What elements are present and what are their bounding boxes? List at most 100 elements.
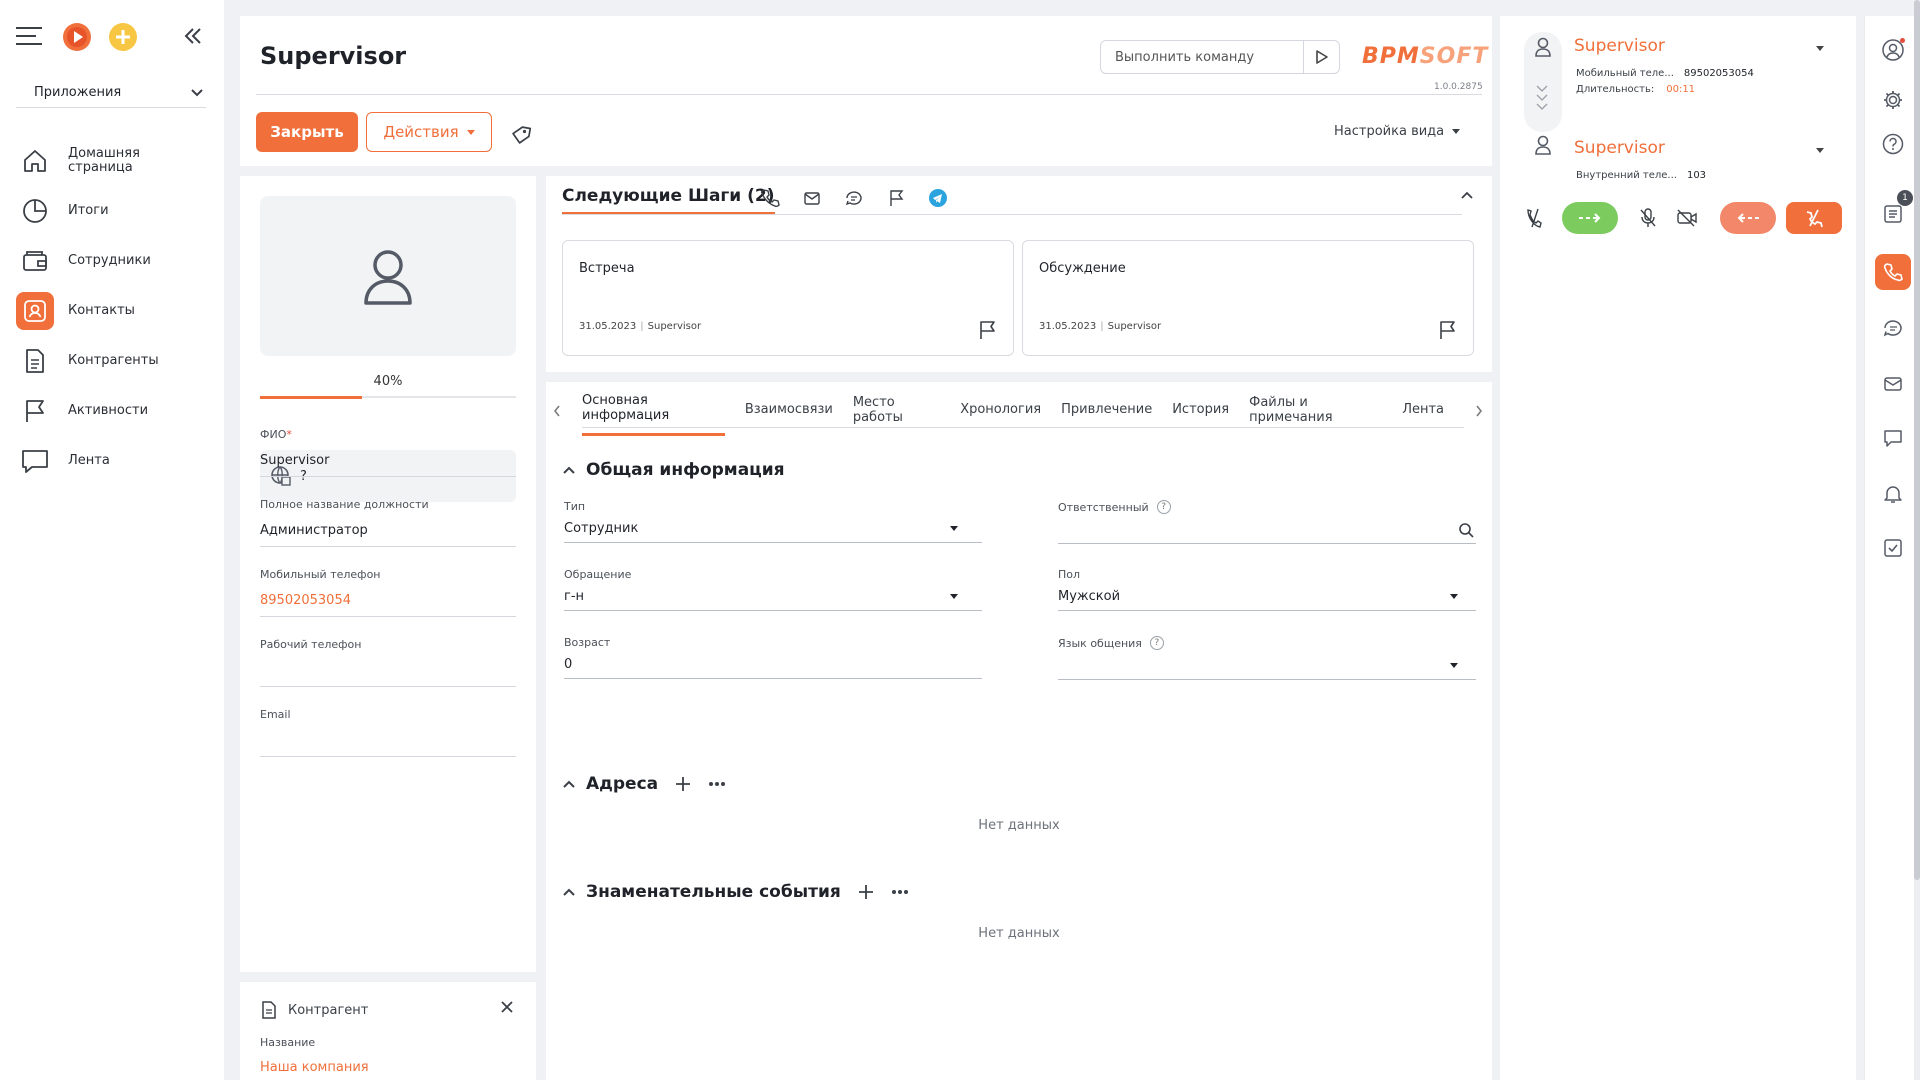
tab-feed[interactable]: Лента bbox=[1402, 392, 1444, 427]
bell-icon[interactable] bbox=[1875, 476, 1911, 512]
sidebar-item-activities[interactable]: Активности bbox=[16, 390, 216, 432]
field-value[interactable] bbox=[260, 663, 516, 687]
mute-microphone-icon[interactable] bbox=[1638, 207, 1658, 229]
email-field[interactable]: Email bbox=[260, 708, 516, 757]
add-icon[interactable] bbox=[108, 22, 138, 52]
salutation-select[interactable]: г-н bbox=[564, 589, 982, 611]
salutation-field[interactable]: Обращение г-н bbox=[564, 568, 982, 611]
chats-icon[interactable] bbox=[844, 188, 864, 208]
general-section-header[interactable]: Общая информация bbox=[562, 460, 785, 480]
sidebar-item-totals[interactable]: Итоги bbox=[16, 190, 216, 232]
add-icon[interactable] bbox=[674, 775, 692, 793]
telegram-icon[interactable] bbox=[928, 188, 948, 208]
tab-engagement[interactable]: Привлечение bbox=[1061, 392, 1152, 427]
owner-field[interactable]: Ответственный? bbox=[1058, 500, 1476, 544]
close-icon[interactable] bbox=[500, 1000, 514, 1014]
language-select[interactable] bbox=[1058, 658, 1476, 680]
account-card-title: Контрагент bbox=[288, 1002, 369, 1018]
sidebar-item-accounts[interactable]: Контрагенты bbox=[16, 340, 216, 382]
next-step-card[interactable]: Встреча 31.05.2023 | Supervisor bbox=[562, 240, 1014, 356]
collapse-icon[interactable] bbox=[1460, 190, 1474, 200]
hang-up-button[interactable] bbox=[1786, 202, 1842, 234]
more-icon[interactable] bbox=[708, 781, 726, 787]
gender-select[interactable]: Мужской bbox=[1058, 589, 1476, 611]
mail-icon[interactable] bbox=[1875, 366, 1911, 402]
flag-icon[interactable] bbox=[977, 319, 997, 341]
next-step-card[interactable]: Обсуждение 31.05.2023 | Supervisor bbox=[1022, 240, 1474, 356]
gender-field[interactable]: Пол Мужской bbox=[1058, 568, 1476, 611]
flag-icon[interactable] bbox=[886, 188, 906, 208]
tabs-scroll-right-icon[interactable] bbox=[1474, 404, 1484, 418]
scrollbar-thumb[interactable] bbox=[1914, 0, 1920, 880]
phone-icon[interactable] bbox=[1875, 254, 1911, 290]
transfer-icon[interactable] bbox=[1524, 207, 1544, 229]
more-icon[interactable] bbox=[891, 889, 909, 895]
hamburger-menu-icon[interactable] bbox=[14, 24, 44, 48]
field-value[interactable]: 89502053054 bbox=[260, 593, 516, 617]
work-phone-field[interactable]: Рабочий телефон bbox=[260, 638, 516, 687]
page-scrollbar[interactable] bbox=[1914, 0, 1920, 1080]
job-title-field[interactable]: Полное название должности Администратор bbox=[260, 498, 516, 547]
account-name-link[interactable]: Наша компания bbox=[260, 1060, 369, 1075]
phone-icon[interactable] bbox=[760, 188, 780, 208]
fio-field[interactable]: ФИО* Supervisor bbox=[260, 428, 516, 477]
close-button[interactable]: Закрыть bbox=[256, 112, 358, 152]
tab-files-notes[interactable]: Файлы и примечания bbox=[1249, 385, 1382, 435]
return-call-button[interactable] bbox=[1720, 202, 1776, 234]
video-off-icon[interactable] bbox=[1676, 208, 1698, 228]
tasks-icon[interactable] bbox=[1875, 530, 1911, 566]
actions-button[interactable]: Действия bbox=[366, 112, 492, 152]
view-settings-label: Настройка вида bbox=[1334, 124, 1445, 139]
field-value[interactable]: Администратор bbox=[260, 523, 516, 547]
type-select[interactable]: Сотрудник bbox=[564, 521, 982, 543]
age-field[interactable]: Возраст 0 bbox=[564, 636, 982, 679]
field-value[interactable] bbox=[260, 733, 516, 757]
chats-icon[interactable] bbox=[1875, 310, 1911, 346]
expand-down-icon[interactable] bbox=[1534, 82, 1550, 112]
profile-icon[interactable] bbox=[1875, 32, 1911, 68]
apps-dropdown[interactable]: Приложения bbox=[16, 78, 206, 108]
add-icon[interactable] bbox=[857, 883, 875, 901]
events-section-header[interactable]: Знаменательные события bbox=[562, 882, 909, 902]
mail-icon[interactable] bbox=[802, 188, 822, 208]
age-input[interactable]: 0 bbox=[564, 657, 982, 679]
next-steps-title[interactable]: Следующие Шаги (2) bbox=[562, 186, 775, 215]
tab-workplace[interactable]: Место работы bbox=[853, 385, 940, 435]
sidebar-item-home[interactable]: Домашняя страница bbox=[16, 140, 216, 182]
field-value[interactable]: Supervisor bbox=[260, 453, 516, 477]
field-label: Мобильный телефон bbox=[260, 568, 381, 581]
notes-icon[interactable]: 1 bbox=[1875, 190, 1913, 232]
tab-main-info[interactable]: Основная информация bbox=[582, 383, 725, 436]
addresses-section-header[interactable]: Адреса bbox=[562, 774, 726, 794]
tab-relations[interactable]: Взаимосвязи bbox=[745, 392, 833, 427]
language-field[interactable]: Язык общения? bbox=[1058, 636, 1476, 680]
mobile-phone-field[interactable]: Мобильный телефон 89502053054 bbox=[260, 568, 516, 617]
sidebar-item-contacts[interactable]: Контакты bbox=[16, 290, 216, 332]
sidebar-item-feed[interactable]: Лента bbox=[16, 440, 216, 482]
collapse-sidebar-icon[interactable] bbox=[182, 26, 204, 46]
tabs-scroll-left-icon[interactable] bbox=[552, 404, 562, 418]
comment-icon[interactable] bbox=[1875, 420, 1911, 456]
tab-timeline[interactable]: Хронология bbox=[960, 392, 1041, 427]
chat-icon bbox=[16, 442, 54, 480]
caret-down-icon[interactable] bbox=[1808, 40, 1824, 55]
flag-icon[interactable] bbox=[1437, 319, 1457, 341]
field-label: Тип bbox=[564, 500, 586, 513]
type-field[interactable]: Тип Сотрудник bbox=[564, 500, 982, 543]
consult-call-button[interactable] bbox=[1562, 202, 1618, 234]
help-icon[interactable] bbox=[1875, 126, 1911, 162]
run-process-icon[interactable] bbox=[62, 22, 92, 52]
tag-icon[interactable] bbox=[510, 124, 532, 146]
owner-lookup[interactable] bbox=[1058, 522, 1476, 544]
run-command-icon[interactable] bbox=[1303, 41, 1339, 73]
command-input[interactable]: Выполнить команду bbox=[1100, 40, 1340, 74]
sidebar-item-label: Лента bbox=[68, 453, 110, 468]
sidebar-item-employees[interactable]: Сотрудники bbox=[16, 240, 216, 282]
active-call-name[interactable]: Supervisor bbox=[1574, 36, 1665, 56]
avatar[interactable] bbox=[260, 196, 516, 356]
tab-history[interactable]: История bbox=[1172, 392, 1229, 427]
second-call-name[interactable]: Supervisor bbox=[1574, 138, 1665, 158]
view-settings-button[interactable]: Настройка вида bbox=[1334, 124, 1461, 139]
gear-icon[interactable] bbox=[1875, 82, 1911, 118]
caret-down-icon[interactable] bbox=[1808, 142, 1824, 157]
